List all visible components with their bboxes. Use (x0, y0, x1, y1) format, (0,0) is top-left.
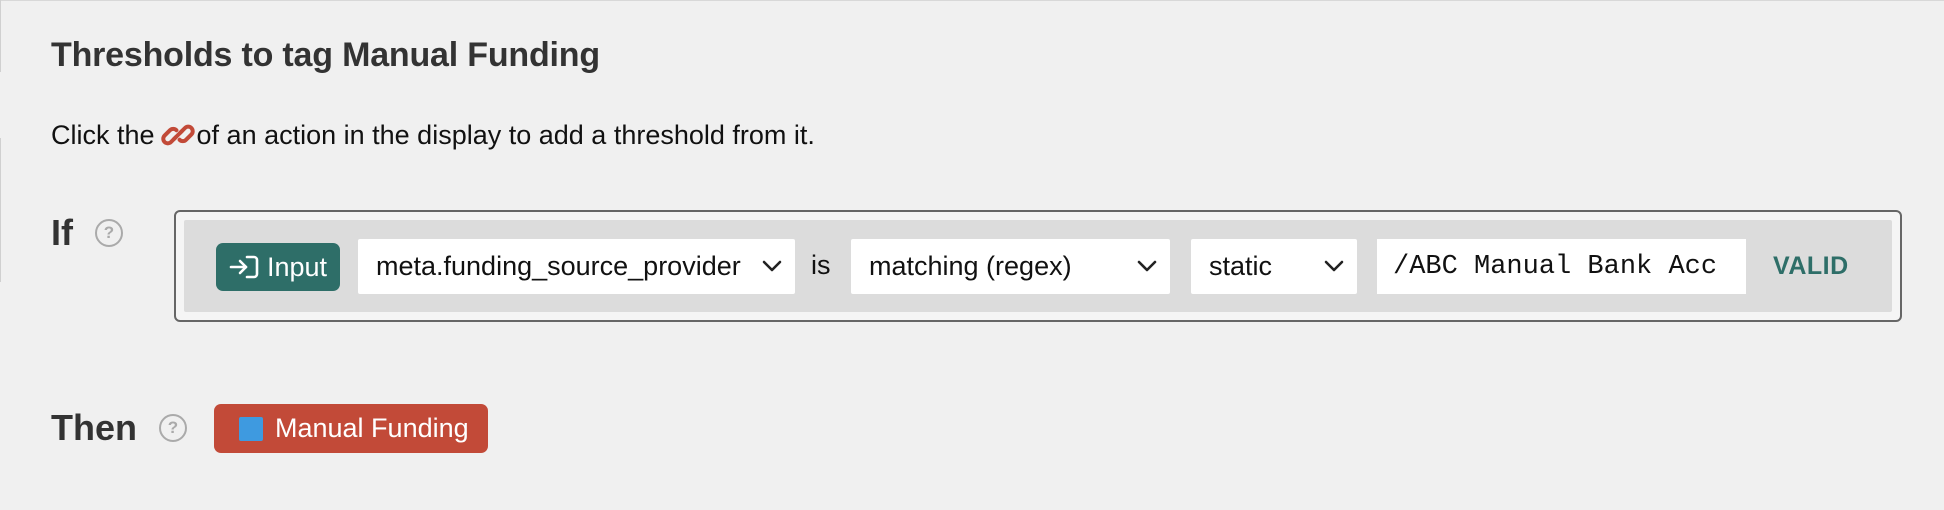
field-select[interactable]: meta.funding_source_provider (358, 239, 795, 294)
field-select-value: meta.funding_source_provider (376, 251, 741, 281)
hint-text-before: Click the (51, 119, 155, 150)
chevron-down-icon (762, 260, 782, 272)
help-icon[interactable]: ? (159, 414, 187, 442)
input-source-label: Input (266, 251, 328, 282)
sign-in-icon (229, 255, 259, 279)
hint-text-after: of an action in the display to add a thr… (196, 119, 815, 150)
input-source-button[interactable]: Input (216, 243, 340, 291)
chevron-down-icon (1324, 260, 1344, 272)
then-label: Then (51, 407, 137, 448)
left-divider (0, 0, 1, 72)
help-icon[interactable]: ? (95, 219, 123, 247)
if-label: If (51, 212, 73, 253)
operator-select-value: matching (regex) (869, 251, 1072, 281)
then-row-label: Then ? (51, 407, 187, 449)
left-divider (0, 138, 1, 282)
value-mode-select[interactable]: static (1191, 239, 1357, 294)
if-row-label: If ? (51, 212, 123, 254)
validation-status: VALID (1773, 252, 1849, 280)
tag-color-swatch (239, 416, 263, 441)
hint-text: Click the of an action in the display to… (51, 118, 815, 152)
section-title: Thresholds to tag Manual Funding (51, 36, 600, 74)
chevron-down-icon (1137, 260, 1157, 272)
value-mode-select-value: static (1209, 251, 1273, 281)
tag-button[interactable]: Manual Funding (214, 404, 488, 453)
tag-label: Manual Funding (275, 413, 469, 443)
top-divider (0, 0, 1944, 1)
operator-connector: is (811, 250, 831, 280)
link-icon (160, 118, 195, 152)
operator-select[interactable]: matching (regex) (851, 239, 1170, 294)
pattern-input[interactable]: /ABC Manual Bank Acc (1377, 239, 1746, 294)
